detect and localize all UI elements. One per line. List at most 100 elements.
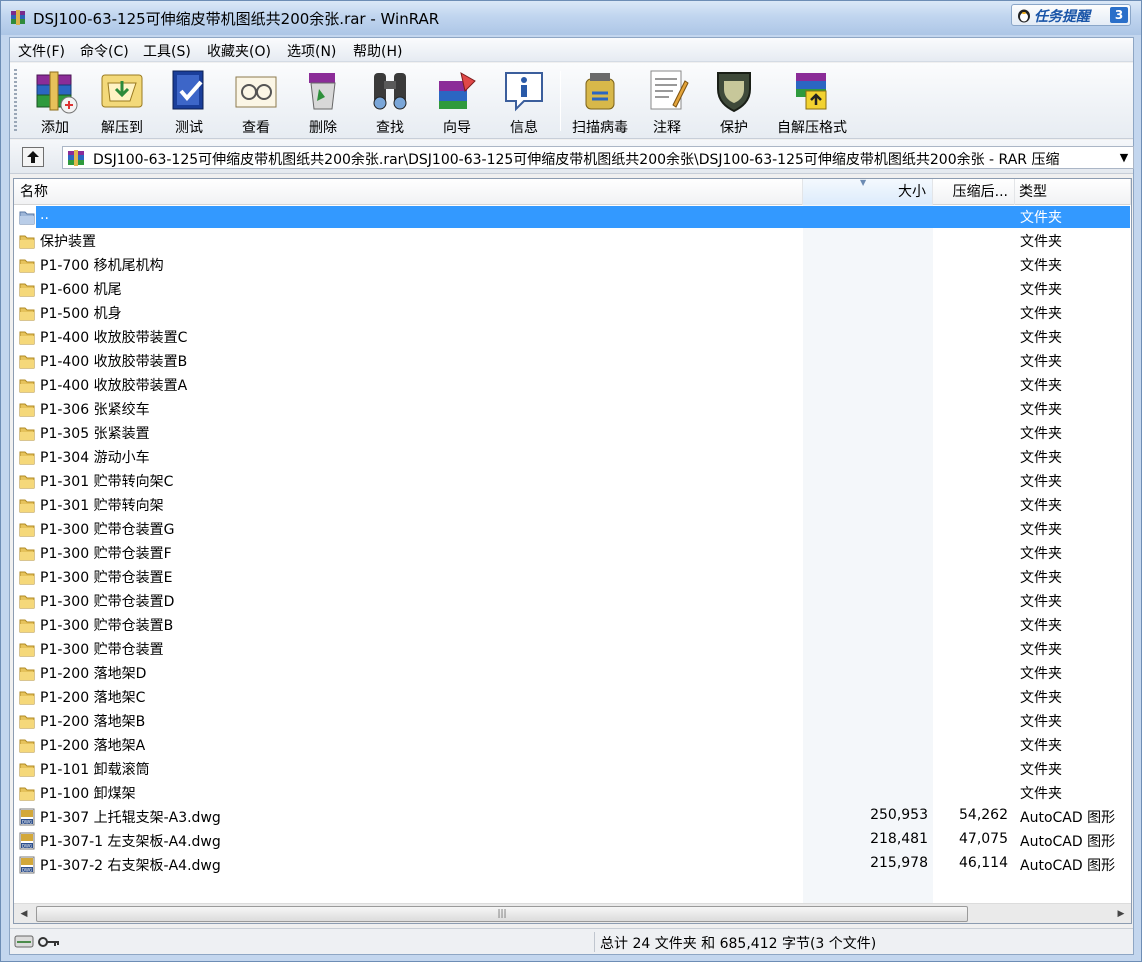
scroll-right-icon[interactable]: ▶ bbox=[1114, 907, 1128, 921]
folder-row[interactable]: 保护装置 文件夹 bbox=[14, 229, 1131, 253]
sfx-button[interactable]: 自解压格式 bbox=[777, 65, 847, 137]
folder-icon bbox=[18, 592, 36, 610]
folder-row[interactable]: P1-200 落地架C 文件夹 bbox=[14, 685, 1131, 709]
menu-options[interactable]: 选项(N) bbox=[285, 41, 338, 61]
task-reminder-count: 3 bbox=[1110, 7, 1128, 23]
folder-row[interactable]: P1-305 张紧装置 文件夹 bbox=[14, 421, 1131, 445]
row-type: 文件夹 bbox=[1020, 282, 1062, 298]
folder-row[interactable]: P1-200 落地架D 文件夹 bbox=[14, 661, 1131, 685]
row-type: 文件夹 bbox=[1020, 714, 1062, 730]
folder-row[interactable]: P1-200 落地架B 文件夹 bbox=[14, 709, 1131, 733]
row-name: P1-200 落地架C bbox=[40, 690, 146, 706]
row-name: P1-101 卸载滚筒 bbox=[40, 762, 150, 778]
column-name[interactable]: 名称 bbox=[14, 179, 803, 205]
row-type: 文件夹 bbox=[1020, 786, 1062, 802]
row-type: 文件夹 bbox=[1020, 522, 1062, 538]
row-type: 文件夹 bbox=[1020, 354, 1062, 370]
file-row[interactable]: DWG P1-307-1 左支架板-A4.dwg 218,481 47,075 Auto… bbox=[14, 829, 1131, 853]
folder-row[interactable]: P1-301 贮带转向架C 文件夹 bbox=[14, 469, 1131, 493]
folder-row[interactable]: P1-304 游动小车 文件夹 bbox=[14, 445, 1131, 469]
row-name: P1-304 游动小车 bbox=[40, 450, 150, 466]
row-type: 文件夹 bbox=[1020, 498, 1062, 514]
scroll-thumb[interactable]: ||| bbox=[36, 906, 968, 922]
folder-row[interactable]: P1-300 贮带仓装置D 文件夹 bbox=[14, 589, 1131, 613]
menu-favorites[interactable]: 收藏夹(O) bbox=[205, 41, 273, 61]
menu-file[interactable]: 文件(F) bbox=[16, 41, 67, 61]
row-type: 文件夹 bbox=[1020, 234, 1062, 250]
rar-archive-icon bbox=[68, 150, 84, 166]
folder-icon bbox=[18, 496, 36, 514]
menu-help[interactable]: 帮助(H) bbox=[351, 41, 404, 61]
parent-folder-row[interactable]: .. 文件夹 bbox=[14, 205, 1131, 229]
folder-row[interactable]: P1-500 机身 文件夹 bbox=[14, 301, 1131, 325]
menu-tools[interactable]: 工具(S) bbox=[141, 41, 193, 61]
file-list[interactable]: 名称 ▼ 大小 压缩后... 类型 .. 文件夹 保护装置 文件夹 P1-700 移机尾… bbox=[13, 178, 1132, 924]
row-name: P1-301 贮带转向架 bbox=[40, 498, 164, 514]
status-bar: 总计 24 文件夹 和 685,412 字节(3 个文件) bbox=[10, 928, 1133, 954]
folder-row[interactable]: P1-700 移机尾机构 文件夹 bbox=[14, 253, 1131, 277]
folder-row[interactable]: P1-400 收放胶带装置B 文件夹 bbox=[14, 349, 1131, 373]
folder-icon bbox=[18, 424, 36, 442]
row-type: 文件夹 bbox=[1020, 666, 1062, 682]
folder-icon bbox=[18, 712, 36, 730]
task-reminder-badge[interactable]: 任务提醒 3 bbox=[1011, 4, 1131, 26]
folder-row[interactable]: P1-300 贮带仓装置 文件夹 bbox=[14, 637, 1131, 661]
row-name: P1-300 贮带仓装置 bbox=[40, 642, 164, 658]
row-size: 250,953 bbox=[870, 807, 928, 823]
folder-icon bbox=[18, 376, 36, 394]
title-bar[interactable]: DSJ100-63-125可伸缩皮带机图纸共200余张.rar - WinRAR… bbox=[1, 1, 1141, 35]
penguin-icon bbox=[1018, 9, 1030, 23]
folder-icon bbox=[18, 280, 36, 298]
folder-icon bbox=[18, 664, 36, 682]
folder-row[interactable]: P1-101 卸载滚筒 文件夹 bbox=[14, 757, 1131, 781]
winrar-app-icon bbox=[11, 10, 25, 25]
info-button[interactable]: 信息 bbox=[490, 65, 558, 137]
chevron-down-icon[interactable]: ▼ bbox=[1115, 147, 1133, 168]
column-packed[interactable]: 压缩后... bbox=[933, 179, 1015, 205]
row-name: .. bbox=[40, 207, 49, 223]
folder-row[interactable]: P1-200 落地架A 文件夹 bbox=[14, 733, 1131, 757]
file-row[interactable]: DWG P1-307-2 右支架板-A4.dwg 215,978 46,114 Auto… bbox=[14, 853, 1131, 877]
protect-button[interactable]: 保护 bbox=[700, 65, 768, 137]
svg-text:DWG: DWG bbox=[22, 819, 32, 824]
row-type: 文件夹 bbox=[1020, 330, 1062, 346]
row-type: AutoCAD 图形 bbox=[1020, 834, 1116, 850]
folder-row[interactable]: P1-306 张紧绞车 文件夹 bbox=[14, 397, 1131, 421]
row-type: 文件夹 bbox=[1020, 402, 1062, 418]
scroll-left-icon[interactable]: ◀ bbox=[17, 907, 31, 921]
address-bar: DSJ100-63-125可伸缩皮带机图纸共200余张.rar\DSJ100-6… bbox=[10, 140, 1134, 174]
extract-to-icon bbox=[101, 74, 143, 108]
row-size: 215,978 bbox=[870, 855, 928, 871]
file-row[interactable]: DWG P1-307 上托辊支架-A3.dwg 250,953 54,262 AutoC… bbox=[14, 805, 1131, 829]
winrar-window: DSJ100-63-125可伸缩皮带机图纸共200余张.rar - WinRAR… bbox=[0, 0, 1142, 962]
folder-row[interactable]: P1-300 贮带仓装置G 文件夹 bbox=[14, 517, 1131, 541]
folder-row[interactable]: P1-300 贮带仓装置B 文件夹 bbox=[14, 613, 1131, 637]
test-icon bbox=[172, 70, 204, 110]
virus-scan-icon bbox=[585, 73, 615, 110]
drive-key-icon[interactable] bbox=[14, 933, 64, 951]
status-summary: 总计 24 文件夹 和 685,412 字节(3 个文件) bbox=[600, 936, 877, 952]
row-type: AutoCAD 图形 bbox=[1020, 810, 1116, 826]
row-name: P1-300 贮带仓装置F bbox=[40, 546, 172, 562]
row-name: P1-400 收放胶带装置C bbox=[40, 330, 188, 346]
folder-row[interactable]: P1-600 机尾 文件夹 bbox=[14, 277, 1131, 301]
column-size[interactable]: ▼ 大小 bbox=[803, 179, 933, 205]
row-type: 文件夹 bbox=[1020, 690, 1062, 706]
up-one-level-button[interactable] bbox=[22, 147, 44, 167]
horizontal-scrollbar[interactable]: ◀ ||| ▶ bbox=[14, 903, 1131, 923]
column-type[interactable]: 类型 bbox=[1015, 179, 1131, 205]
folder-icon bbox=[18, 688, 36, 706]
folder-row[interactable]: P1-300 贮带仓装置F 文件夹 bbox=[14, 541, 1131, 565]
row-type: 文件夹 bbox=[1020, 450, 1062, 466]
folder-row[interactable]: P1-400 收放胶带装置C 文件夹 bbox=[14, 325, 1131, 349]
row-name: P1-200 落地架A bbox=[40, 738, 146, 754]
folder-row[interactable]: P1-400 收放胶带装置A 文件夹 bbox=[14, 373, 1131, 397]
archive-path-combobox[interactable]: DSJ100-63-125可伸缩皮带机图纸共200余张.rar\DSJ100-6… bbox=[62, 146, 1134, 169]
folder-row[interactable]: P1-301 贮带转向架 文件夹 bbox=[14, 493, 1131, 517]
menu-bar: 文件(F) 命令(C) 工具(S) 收藏夹(O) 选项(N) 帮助(H) bbox=[10, 38, 1133, 62]
folder-icon bbox=[18, 400, 36, 418]
menu-commands[interactable]: 命令(C) bbox=[78, 41, 131, 61]
row-name: P1-400 收放胶带装置B bbox=[40, 354, 188, 370]
folder-row[interactable]: P1-300 贮带仓装置E 文件夹 bbox=[14, 565, 1131, 589]
folder-row[interactable]: P1-100 卸煤架 文件夹 bbox=[14, 781, 1131, 805]
